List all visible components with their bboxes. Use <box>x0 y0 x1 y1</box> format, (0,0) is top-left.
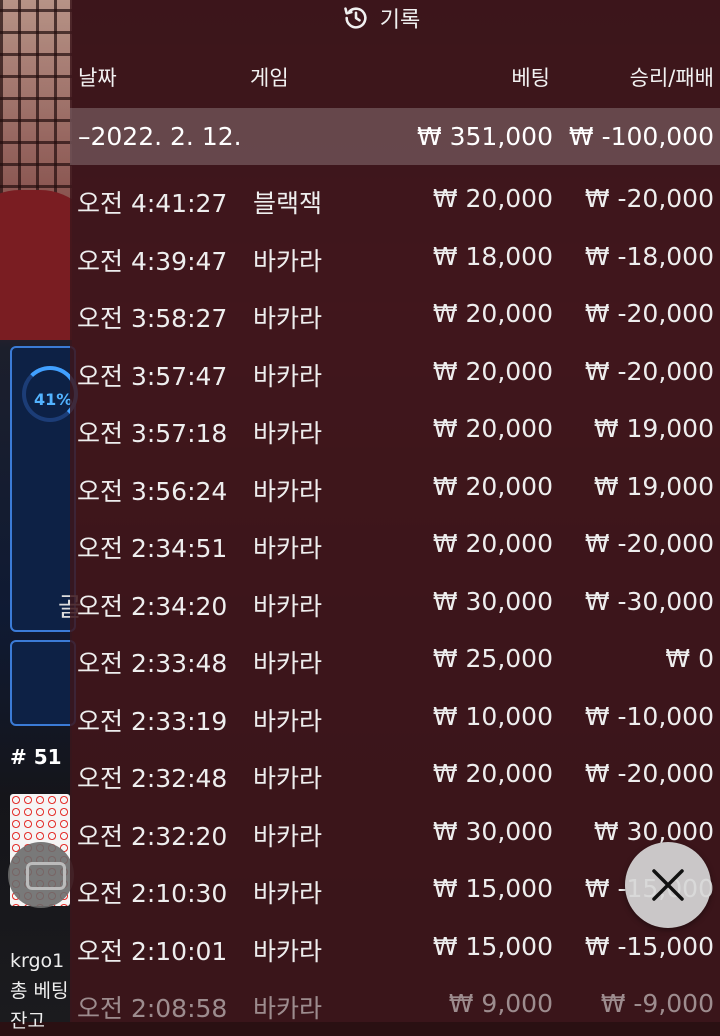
row-game: 바카라 <box>253 246 323 276</box>
row-result: ₩ 0 <box>665 644 714 673</box>
row-game: 바카라 <box>253 419 323 448</box>
close-button[interactable] <box>625 842 711 928</box>
row-bet: ₩ 20,000 <box>432 529 553 558</box>
row-result: ₩ 19,000 <box>593 414 714 443</box>
row-time: 오전 2:33:48 <box>77 649 228 678</box>
username: krgo1 <box>10 950 65 972</box>
chip-icon <box>26 862 66 890</box>
row-game: 바카라 <box>253 591 323 621</box>
row-time: 오전 2:08:58 <box>77 994 228 1023</box>
history-row[interactable]: 오전 2:10:30바카라₩ 15,000₩ -15,000 <box>70 861 720 919</box>
row-time: 오전 2:34:51 <box>77 534 228 563</box>
history-row[interactable]: 오전 3:57:18 바카라 ₩ 20,000 ₩ 19,000 <box>70 401 720 459</box>
row-result: ₩ -10,000 <box>584 701 714 731</box>
row-bet: ₩ 30,000 <box>432 816 553 846</box>
row-result: ₩ -20,000 <box>584 529 714 558</box>
row-result: ₩ -20,000 <box>584 184 714 213</box>
balance-label: 잔고 <box>10 1010 45 1032</box>
close-icon <box>652 869 684 901</box>
group-result-total: ₩ -100,000 <box>568 122 714 151</box>
history-header: 기록 <box>70 0 720 34</box>
history-panel: 기록 날짜 게임 베팅 승리/패배 –2022. 2. 12. ₩ 351,00… <box>70 0 720 1023</box>
row-time: 오전 2:10:30 <box>77 879 228 908</box>
history-row[interactable]: 오전 2:34:51 바카라 ₩ 20,000 ₩ -20,000 <box>70 516 720 574</box>
row-bet: ₩ 18,000 <box>432 241 553 271</box>
row-result: ₩ -20,000 <box>584 759 714 788</box>
row-bet: ₩ 25,000 <box>432 644 553 673</box>
row-result: ₩ 30,000 <box>593 816 714 846</box>
history-row[interactable]: 오전 3:57:47 바카라 ₩ 20,000 ₩ -20,000 <box>70 344 720 402</box>
row-time: 오전 3:58:27 <box>77 304 228 333</box>
history-row[interactable]: 오전 2:33:48 바카라 ₩ 25,000 ₩ 0 <box>70 631 720 689</box>
user-info: krgo1 총 베팅 잔고 <box>10 946 68 1036</box>
history-row[interactable]: 오전 2:08:58 바카라 ₩ 9,000 ₩ -9,000 <box>70 976 720 1034</box>
row-game: 바카라 <box>253 304 323 333</box>
history-row[interactable]: 오전 2:10:01 바카라 ₩ 15,000 ₩ -15,000 <box>70 919 720 977</box>
history-row[interactable]: 오전 4:39:47 바카라 ₩ 18,000 ₩ -18,000 <box>70 229 720 287</box>
row-bet: ₩ 20,000 <box>432 356 553 386</box>
history-row[interactable]: 오전 3:56:24 바카라 ₩ 20,000 ₩ 19,000 <box>70 459 720 517</box>
game-table <box>0 190 72 340</box>
row-game: 바카라 <box>253 476 323 506</box>
row-game: 블랙잭 <box>253 189 323 218</box>
row-result: ₩ -20,000 <box>584 299 714 328</box>
row-time: 오전 4:39:47 <box>77 246 228 276</box>
bet-panel-secondary[interactable] <box>10 640 76 726</box>
history-list: 오전 4:41:27 블랙잭 ₩ 20,000 ₩ -20,000 오전 4:39:47… <box>70 171 720 1034</box>
row-time: 오전 3:57:47 <box>77 361 228 391</box>
row-bet: ₩ 10,000 <box>432 701 553 731</box>
row-game: 바카라 <box>253 879 323 908</box>
row-bet: ₩ 20,000 <box>432 414 553 443</box>
row-bet: ₩ 20,000 <box>432 759 553 788</box>
row-game: 바카라 <box>253 764 323 793</box>
row-bet: ₩ 9,000 <box>448 989 553 1018</box>
date-group-row[interactable]: –2022. 2. 12. ₩ 351,000 ₩ -100,000 <box>70 108 720 165</box>
row-game: 바카라 <box>253 706 323 736</box>
history-icon <box>343 7 367 29</box>
row-result: ₩ -15,000 <box>584 931 714 961</box>
column-header-date: 날짜 <box>78 66 117 90</box>
row-result: ₩ 19,000 <box>593 471 714 501</box>
column-header-result: 승리/패배 <box>629 66 714 90</box>
history-row[interactable]: 오전 2:32:48 바카라 ₩ 20,000 ₩ -20,000 <box>70 746 720 804</box>
row-result: ₩ -30,000 <box>584 586 714 616</box>
row-bet: ₩ 20,000 <box>432 471 553 501</box>
round-number: # 51 <box>10 745 62 769</box>
row-game: 바카라 <box>253 821 323 851</box>
row-result: ₩ -9,000 <box>600 989 714 1018</box>
column-header-game: 게임 <box>250 66 289 90</box>
row-time: 오전 2:32:20 <box>77 821 228 851</box>
row-result: ₩ -20,000 <box>584 356 714 386</box>
history-row[interactable]: 오전 2:33:19 바카라 ₩ 10,000 ₩ -10,000 <box>70 689 720 747</box>
row-game: 바카라 <box>253 994 323 1023</box>
progress-percent: 41% <box>34 390 73 409</box>
row-time: 오전 3:57:18 <box>77 419 228 448</box>
row-game: 바카라 <box>253 361 323 391</box>
row-bet: ₩ 20,000 <box>432 184 553 213</box>
row-time: 오전 2:33:19 <box>77 706 228 736</box>
history-title: 기록 <box>379 8 421 33</box>
row-bet: ₩ 20,000 <box>432 299 553 328</box>
history-row[interactable]: 오전 2:32:20 바카라 ₩ 30,000 ₩ 30,000 <box>70 804 720 862</box>
row-bet: ₩ 15,000 <box>432 874 553 903</box>
row-bet: ₩ 15,000 <box>432 931 553 961</box>
row-time: 오전 4:41:27 <box>77 189 228 218</box>
history-row[interactable]: 오전 2:34:20 바카라 ₩ 30,000 ₩ -30,000 <box>70 574 720 632</box>
row-result: ₩ -18,000 <box>584 241 714 271</box>
row-bet: ₩ 30,000 <box>432 586 553 616</box>
row-time: 오전 3:56:24 <box>77 476 228 506</box>
row-game: 바카라 <box>253 936 323 966</box>
window-lattice <box>0 0 72 210</box>
row-game: 바카라 <box>253 534 323 563</box>
history-row[interactable]: 오전 4:41:27 블랙잭 ₩ 20,000 ₩ -20,000 <box>70 171 720 229</box>
row-game: 바카라 <box>253 649 323 678</box>
row-time: 오전 2:10:01 <box>77 936 228 966</box>
history-row[interactable]: 오전 3:58:27 바카라 ₩ 20,000 ₩ -20,000 <box>70 286 720 344</box>
row-time: 오전 2:34:20 <box>77 591 228 621</box>
total-bet-label: 총 베팅 <box>10 980 69 1002</box>
column-header-bet: 베팅 <box>511 66 550 90</box>
row-time: 오전 2:32:48 <box>77 764 228 793</box>
group-date: –2022. 2. 12. <box>78 122 242 151</box>
group-bet-total: ₩ 351,000 <box>416 122 553 151</box>
